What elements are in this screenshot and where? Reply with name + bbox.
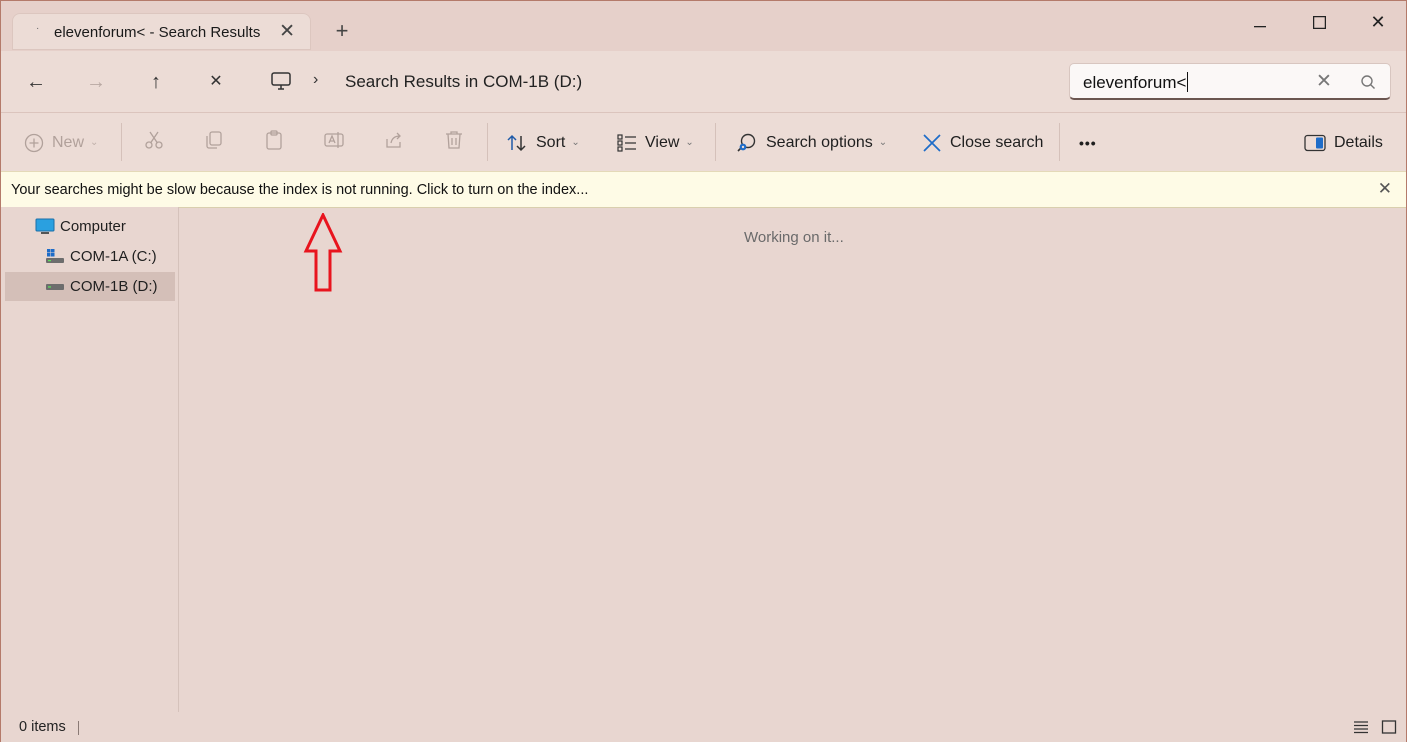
new-button[interactable]: New ⌄	[24, 129, 98, 157]
search-icon[interactable]	[1360, 74, 1376, 90]
index-warning-bar[interactable]: Your searches might be slow because the …	[1, 171, 1406, 208]
annotation-arrow-icon	[303, 213, 343, 292]
sort-button[interactable]: Sort ⌄	[506, 129, 580, 157]
divider	[1059, 123, 1060, 161]
rename-button[interactable]	[323, 129, 345, 157]
drive-icon	[46, 284, 64, 290]
clipboard-icon	[266, 130, 282, 150]
copy-icon	[206, 131, 222, 149]
cut-button[interactable]	[143, 129, 165, 157]
status-bar: 0 items	[1, 712, 1406, 742]
sidebar-item-label: Computer	[60, 218, 126, 235]
tab-search-results[interactable]: · elevenforum< - Search Results ✕	[12, 13, 311, 50]
monitor-icon[interactable]	[270, 70, 292, 92]
computer-icon	[35, 218, 55, 234]
close-window-button[interactable]: ✕	[1355, 7, 1401, 37]
status-message: Working on it...	[744, 229, 844, 246]
clear-search-button[interactable]: ✕	[1316, 70, 1332, 93]
breadcrumb[interactable]: Search Results in COM-1B (D:)	[345, 72, 582, 92]
rename-icon	[324, 132, 344, 148]
close-search-button[interactable]: Close search	[922, 129, 1043, 157]
maximize-icon	[1312, 15, 1326, 30]
close-search-icon	[923, 134, 941, 152]
breadcrumb-separator: ›	[313, 71, 319, 88]
item-count: 0 items	[19, 719, 66, 735]
new-label: New	[52, 134, 85, 151]
copy-button[interactable]	[203, 129, 225, 157]
tab-close-button[interactable]: ✕	[279, 20, 295, 43]
navigation-pane: Computer COM-1A (C:) COM-1B (D:)	[1, 207, 179, 712]
search-options-icon	[737, 133, 756, 152]
sort-icon	[507, 134, 526, 151]
stop-button[interactable]: ✕	[201, 68, 231, 96]
sidebar-item-com-1a[interactable]: COM-1A (C:)	[5, 242, 175, 271]
index-warning-message[interactable]: Your searches might be slow because the …	[11, 182, 588, 198]
text-caret	[1187, 72, 1189, 92]
details-button[interactable]: Details	[1304, 129, 1383, 157]
share-icon	[386, 132, 401, 148]
chevron-down-icon: ⌄	[878, 137, 888, 148]
chevron-down-icon: ⌄	[571, 137, 580, 148]
share-button[interactable]	[383, 129, 405, 157]
search-options-button[interactable]: Search options ⌄	[736, 129, 887, 157]
view-button[interactable]: View ⌄	[617, 129, 694, 157]
view-label: View	[645, 134, 680, 151]
command-bar: New ⌄ Sort ⌄ View ⌄ Search options ⌄ Clo…	[1, 113, 1406, 171]
view-list-icon	[617, 134, 636, 152]
loading-icon: ·	[36, 23, 40, 34]
search-results-pane[interactable]: Working on it...	[179, 207, 1406, 712]
divider	[715, 123, 716, 161]
address-row: ← → ↑ ✕ › Search Results in COM-1B (D:) …	[1, 51, 1406, 113]
details-pane-icon	[1304, 134, 1326, 151]
close-infobar-button[interactable]: ✕	[1378, 179, 1392, 199]
sidebar-item-computer[interactable]: Computer	[5, 212, 175, 241]
back-button[interactable]: ←	[21, 68, 51, 96]
minimize-icon	[1254, 26, 1266, 28]
search-box[interactable]: elevenforum< ✕	[1069, 63, 1391, 100]
file-explorer-window: · elevenforum< - Search Results ✕ + ✕ ← …	[0, 0, 1407, 742]
details-label: Details	[1334, 134, 1383, 151]
large-icons-view-icon[interactable]	[1381, 720, 1397, 734]
chevron-down-icon: ⌄	[685, 137, 694, 148]
sidebar-item-label: COM-1B (D:)	[70, 278, 158, 295]
sidebar-item-label: COM-1A (C:)	[70, 248, 157, 265]
delete-button[interactable]	[443, 129, 465, 157]
chevron-down-icon: ⌄	[90, 137, 99, 148]
sort-label: Sort	[536, 134, 566, 151]
divider	[121, 123, 122, 161]
scissors-icon	[145, 131, 163, 149]
details-view-icon[interactable]	[1353, 720, 1369, 734]
minimize-button[interactable]	[1237, 7, 1283, 37]
sidebar-item-com-1b[interactable]: COM-1B (D:)	[5, 272, 175, 301]
divider	[78, 721, 79, 735]
paste-button[interactable]	[263, 129, 285, 157]
close-search-label: Close search	[950, 134, 1044, 151]
system-drive-icon	[46, 249, 64, 263]
tab-title: elevenforum< - Search Results	[54, 24, 261, 41]
more-options-button[interactable]: •••	[1079, 129, 1097, 157]
trash-icon	[446, 131, 462, 149]
divider	[487, 123, 488, 161]
new-tab-button[interactable]: +	[331, 18, 353, 44]
title-bar: · elevenforum< - Search Results ✕ + ✕	[1, 1, 1406, 51]
search-options-label: Search options	[766, 134, 873, 151]
up-button[interactable]: ↑	[141, 68, 171, 96]
maximize-button[interactable]	[1296, 7, 1342, 37]
search-input[interactable]: elevenforum<	[1083, 73, 1186, 92]
plus-circle-icon	[24, 133, 44, 152]
forward-button[interactable]: →	[81, 68, 111, 96]
